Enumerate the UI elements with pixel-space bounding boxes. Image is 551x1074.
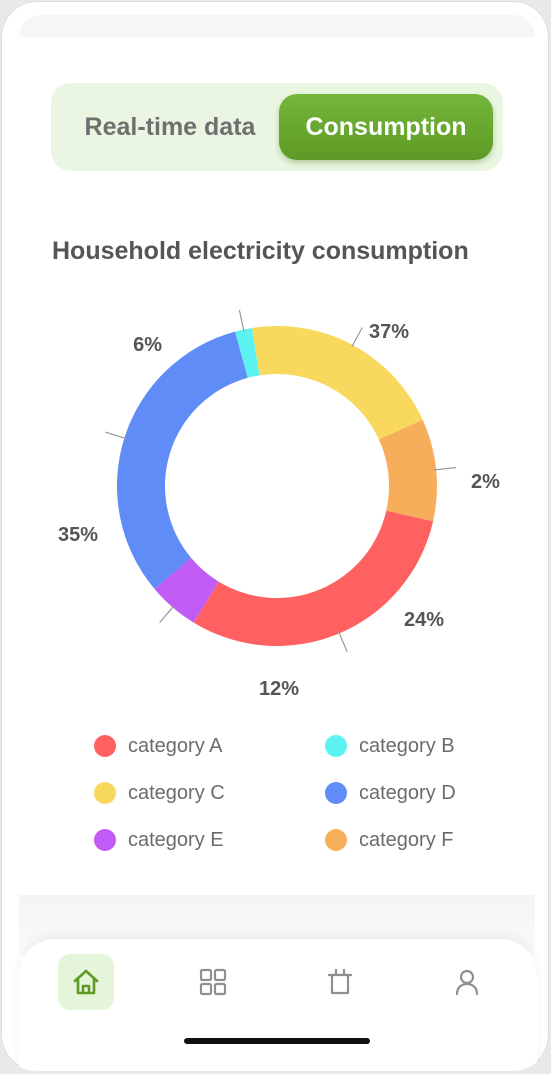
leader-line <box>351 327 363 348</box>
legend-label: category A <box>128 734 223 757</box>
nav-grid-button[interactable] <box>185 954 241 1010</box>
data-label: 6% <box>133 334 162 356</box>
data-label: 2% <box>471 471 500 493</box>
donut-chart: 37% 2% 24% 12% 35% 6% <box>58 309 500 700</box>
chart-title: Household electricity consumption <box>52 237 469 265</box>
legend-swatch <box>325 829 347 851</box>
legend-item-f: category F <box>325 825 453 855</box>
plug-icon <box>327 968 353 995</box>
legend-item-e: category E <box>94 825 224 855</box>
legend-label: category E <box>128 828 224 851</box>
view-toggle: Real-time data Consumption <box>51 83 503 171</box>
legend-swatch <box>94 782 116 804</box>
leader-line <box>434 467 457 471</box>
nav-home-button[interactable] <box>58 954 114 1010</box>
legend-item-c: category C <box>94 778 225 808</box>
donut-slice-category-d[interactable] <box>117 331 248 589</box>
home-icon <box>73 969 99 995</box>
bottom-nav <box>19 939 537 1071</box>
leader-line <box>338 631 348 653</box>
legend-swatch <box>94 735 116 757</box>
legend-swatch <box>325 735 347 757</box>
legend-label: category F <box>359 828 454 851</box>
tab-real-time-data[interactable]: Real-time data <box>57 94 283 160</box>
data-label: 12% <box>259 678 299 700</box>
home-indicator <box>184 1038 370 1044</box>
nav-plug-button[interactable] <box>312 954 368 1010</box>
legend-item-b: category B <box>325 731 455 761</box>
legend-item-d: category D <box>325 778 456 808</box>
leader-line <box>105 431 127 440</box>
data-label: 24% <box>404 609 444 631</box>
nav-profile-button[interactable] <box>439 954 495 1010</box>
tab-consumption[interactable]: Consumption <box>279 94 493 160</box>
user-icon <box>455 969 479 996</box>
donut-slice-category-c[interactable] <box>252 326 423 440</box>
top-strip <box>19 15 535 37</box>
legend-swatch <box>325 782 347 804</box>
leader-line <box>238 309 245 332</box>
legend-label: category D <box>359 781 456 804</box>
legend-label: category C <box>128 781 225 804</box>
donut-slice-category-a[interactable] <box>193 510 434 646</box>
data-label: 35% <box>58 524 98 546</box>
phone-screen: Real-time data Consumption Household ele… <box>1 1 549 1071</box>
data-label: 37% <box>369 321 409 343</box>
legend-swatch <box>94 829 116 851</box>
leader-line <box>159 605 175 623</box>
legend-item-a: category A <box>94 731 223 761</box>
grid-icon <box>199 968 227 996</box>
legend-label: category B <box>359 734 455 757</box>
